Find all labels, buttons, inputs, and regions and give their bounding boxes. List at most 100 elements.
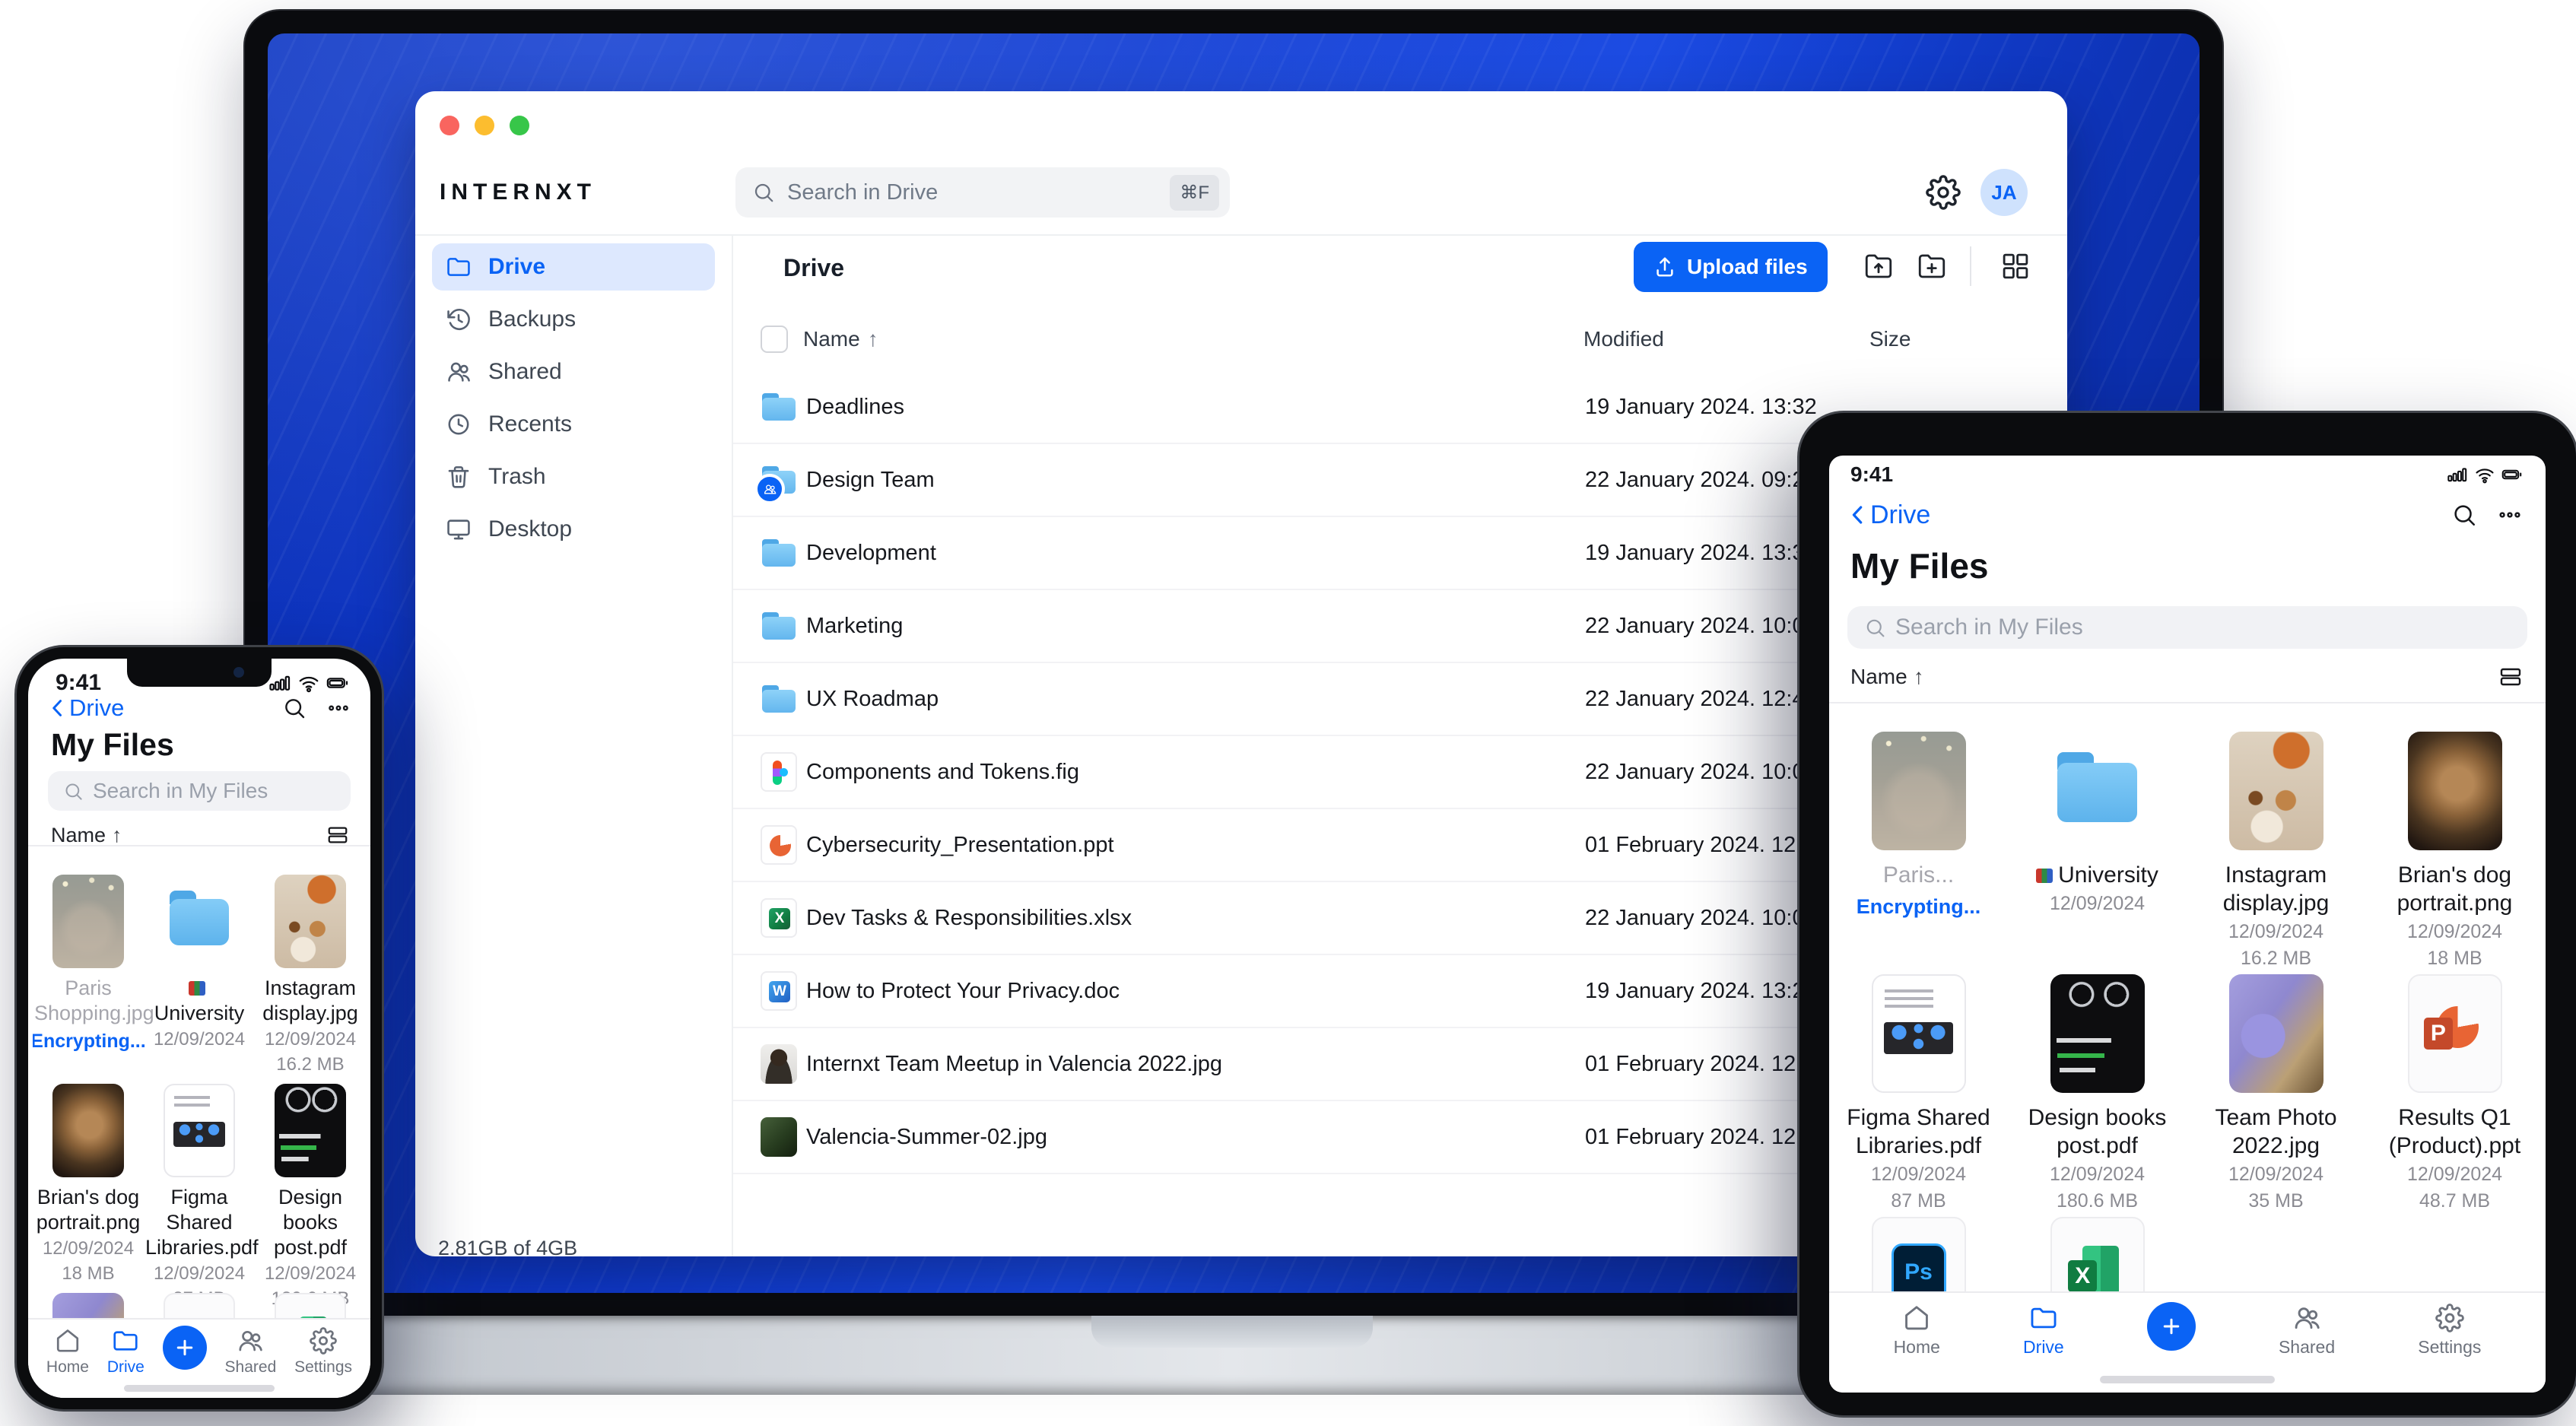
file-thumbnail [2407, 732, 2502, 850]
tab-drive[interactable]: Drive [2023, 1304, 2064, 1358]
add-button[interactable] [2146, 1302, 2196, 1351]
tab-settings[interactable]: Settings [2418, 1304, 2481, 1358]
back-button[interactable]: Drive [46, 694, 124, 722]
file-modified-date: 19 January 2024. 13:32 [1585, 394, 1817, 419]
list-view-toggle[interactable] [2498, 665, 2523, 689]
file-name: How to Protect Your Privacy.doc [806, 978, 1120, 1003]
storage-usage: 2.81GB of 4GB [438, 1237, 578, 1256]
file-date: 12/09/2024 [153, 1029, 246, 1050]
select-all-checkbox[interactable] [761, 326, 788, 353]
books-emoji-icon [2036, 869, 2053, 883]
more-options-icon[interactable] [2497, 502, 2523, 528]
avatar[interactable]: JA [1980, 169, 2028, 216]
file-thumbnail [275, 1084, 346, 1177]
more-options-icon[interactable] [326, 696, 351, 720]
file-size: 180.6 MB [2056, 1190, 2138, 1212]
file-size: 16.2 MB [2240, 948, 2312, 969]
search-placeholder: Search in Drive [787, 179, 939, 205]
grid-file-item[interactable]: Instagram display.jpg 12/09/2024 16.2 MB [2187, 732, 2365, 969]
sort-label[interactable]: Name [1850, 665, 1907, 689]
minimize-window-button[interactable] [475, 116, 494, 135]
sidebar-item-trash[interactable]: Trash [432, 453, 715, 500]
search-input[interactable]: Search in My Files [48, 771, 351, 811]
grid-file-item[interactable]: University 12/09/2024 [144, 875, 255, 1055]
zoom-window-button[interactable] [510, 116, 529, 135]
create-folder-button[interactable] [1911, 245, 1953, 287]
file-name: Results Q1 (Product).ppt [2388, 1105, 2521, 1158]
grid-view-toggle[interactable] [1994, 245, 2037, 287]
grid-file-item[interactable]: Results Q1 (Product).ppt 12/09/2024 48.7… [2365, 974, 2544, 1212]
gear-icon [2435, 1304, 2464, 1332]
file-type-icon [761, 606, 797, 646]
folder-icon [2029, 1304, 2058, 1332]
sidebar-item-desktop[interactable]: Desktop [432, 506, 715, 553]
column-modified[interactable]: Modified [1583, 327, 1664, 351]
search-icon[interactable] [282, 696, 307, 720]
search-icon [63, 781, 84, 802]
upload-folder-button[interactable] [1857, 245, 1900, 287]
file-thumbnail [275, 875, 346, 968]
file-name: Design books post.pdf [273, 1186, 348, 1259]
file-type-icon [761, 825, 797, 865]
file-name: Internxt Team Meetup in Valencia 2022.jp… [806, 1051, 1223, 1076]
search-input[interactable]: Search in Drive ⌘F [735, 167, 1230, 218]
file-date: 12/09/2024 [2406, 921, 2503, 942]
close-window-button[interactable] [440, 116, 459, 135]
monitor-icon [446, 516, 472, 542]
file-thumbnail [164, 875, 235, 968]
sidebar-item-drive[interactable]: Drive [432, 243, 715, 291]
column-size[interactable]: Size [1869, 327, 1911, 351]
grid-file-item[interactable]: Paris Shopping.jpg Encrypting... [33, 875, 154, 1055]
grid-file-item[interactable]: Team Photo 2022.jpg 12/09/2024 35 MB [2187, 974, 2365, 1212]
home-indicator[interactable] [124, 1385, 275, 1392]
sidebar-item-label: Backups [488, 306, 577, 332]
file-name: Figma Shared Libraries.pdf [1847, 1105, 1990, 1158]
battery-icon [326, 672, 349, 694]
file-name: Team Photo 2022.jpg [2215, 1105, 2337, 1158]
tab-shared[interactable]: Shared [2279, 1304, 2335, 1358]
grid-file-item[interactable]: Design books post.pdf 12/09/2024 180.6 M… [2008, 974, 2187, 1212]
tab-shared[interactable]: Shared [225, 1327, 276, 1377]
upload-files-button[interactable]: Upload files [1634, 242, 1828, 292]
file-date: 12/09/2024 [2049, 893, 2146, 914]
grid-file-item[interactable]: Figma Shared Libraries.pdf 12/09/2024 87… [1829, 974, 2008, 1212]
tab-home[interactable]: Home [1894, 1304, 1940, 1358]
home-indicator[interactable] [2100, 1376, 2275, 1383]
grid-file-item[interactable] [1829, 1217, 2008, 1304]
column-name[interactable]: Name ↑ [803, 327, 878, 351]
grid-file-item[interactable]: Design books post.pdf 12/09/2024 180.6 M… [255, 1084, 366, 1309]
back-label: Drive [69, 694, 125, 721]
file-type-icon [761, 1044, 797, 1084]
grid-file-item[interactable]: Brian's dog portrait.png 12/09/2024 18 M… [33, 1084, 144, 1284]
file-name: University [145, 976, 253, 1026]
tab-drive[interactable]: Drive [107, 1327, 145, 1377]
sidebar-item-shared[interactable]: Shared [432, 348, 715, 395]
sidebar-item-recents[interactable]: Recents [432, 401, 715, 448]
grid-file-item[interactable]: University 12/09/2024 [2008, 732, 2187, 945]
phone-screen: 9:41 Drive My Files Search in My Files N… [28, 659, 370, 1398]
file-modified-date: 22 January 2024. 10:08 [1585, 613, 1817, 638]
tab-home[interactable]: Home [46, 1327, 89, 1377]
grid-file-item[interactable] [2008, 1217, 2187, 1304]
grid-file-item[interactable]: Instagram display.jpg 12/09/2024 16.2 MB [255, 875, 366, 1075]
file-name: Marketing [806, 613, 904, 638]
file-thumbnail [2050, 732, 2145, 850]
tab-settings[interactable]: Settings [294, 1327, 352, 1377]
file-name: Instagram display.jpg [262, 977, 358, 1024]
grid-file-item[interactable]: Figma Shared Libraries.pdf 12/09/2024 87… [144, 1084, 259, 1309]
sidebar-item-label: Drive [488, 254, 546, 279]
settings-button[interactable] [1926, 175, 1961, 210]
search-icon[interactable] [2451, 502, 2477, 528]
add-button[interactable] [162, 1326, 207, 1370]
grid-file-item[interactable]: Brian's dog portrait.png 12/09/2024 18 M… [2365, 732, 2544, 969]
grid-file-item[interactable]: Paris... Encrypting... [1829, 732, 2008, 945]
sort-label[interactable]: Name [51, 824, 106, 847]
sidebar-item-backups[interactable]: Backups [432, 296, 715, 343]
plus-icon [2160, 1315, 2183, 1338]
list-view-toggle[interactable] [326, 824, 349, 846]
search-input[interactable]: Search in My Files [1847, 606, 2527, 649]
file-type-icon [761, 898, 797, 938]
folder-icon [446, 254, 472, 280]
file-modified-date: 01 February 2024. 12:3 [1585, 1124, 1815, 1149]
back-button[interactable]: Drive [1846, 500, 1930, 530]
